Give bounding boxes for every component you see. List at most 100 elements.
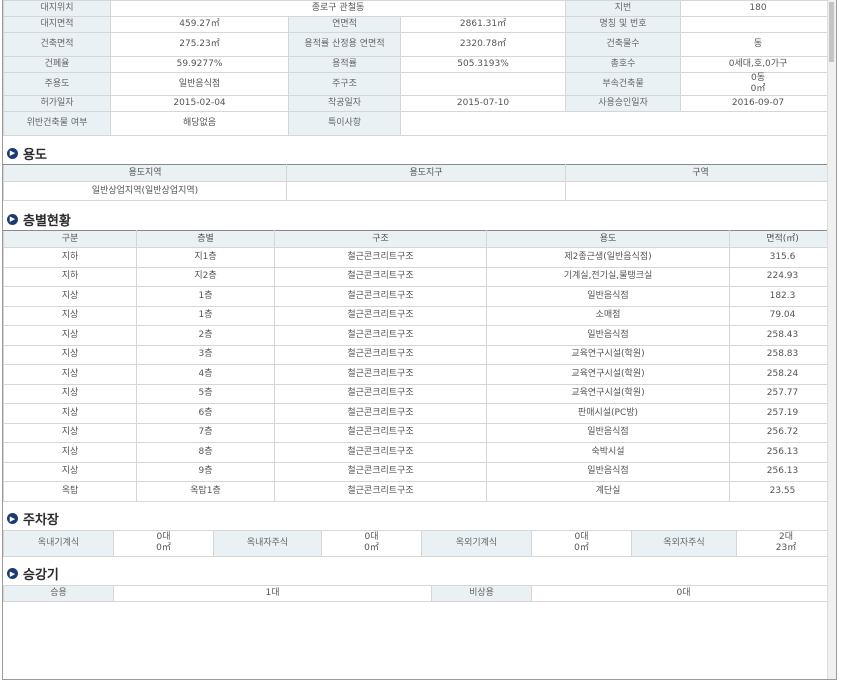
- floors-cell: 23.55: [729, 481, 836, 502]
- chevron-right-icon: ▶: [7, 213, 18, 225]
- summary-value: 2016-09-07: [680, 95, 836, 112]
- section-floors: ▶ 층별현황: [3, 208, 836, 230]
- summary-label: 지번: [565, 0, 682, 17]
- summary-label: 총호수: [565, 56, 682, 73]
- summary-row: 허가일자 2015-02-04 착공일자 2015-07-10 사용승인일자 2016-0…: [3, 95, 836, 112]
- chevron-right-icon: ▶: [7, 568, 18, 579]
- summary-label: 용적률 산정용 연면적: [288, 32, 401, 57]
- floors-cell: 철근콘크리트구조: [274, 403, 487, 424]
- floors-header-cell: 구분: [3, 230, 137, 248]
- floors-cell: 옥탑: [3, 481, 137, 502]
- section-title: 주차장: [23, 513, 59, 528]
- floors-cell: 4층: [136, 364, 275, 385]
- parking-label: 옥내기계식: [3, 529, 114, 557]
- section-elevator: ▶ 승강기: [3, 563, 836, 585]
- floors-cell: 철근콘크리트구조: [274, 442, 487, 463]
- table-row: 지상 7층 철근콘크리트구조 일반음식점 256.72: [3, 422, 836, 443]
- floors-cell: 지상: [3, 364, 137, 385]
- floors-cell: 지상: [3, 305, 137, 326]
- summary-label: 대지면적: [3, 16, 111, 33]
- floors-cell: 258.43: [729, 325, 836, 346]
- floors-cell: 교육연구시설(학원): [486, 383, 730, 404]
- section-zoning: ▶ 용도: [3, 142, 836, 164]
- floors-cell: 판매시설(PC방): [486, 403, 730, 424]
- table-row: 지상 4층 철근콘크리트구조 교육연구시설(학원) 258.24: [3, 364, 836, 385]
- section-title: 승강기: [23, 568, 59, 583]
- summary-value: [399, 72, 567, 96]
- floors-cell: 제2종근생(일반음식점): [486, 247, 730, 268]
- summary-label: 건축면적: [3, 32, 111, 57]
- table-row: 지하 지1층 철근콘크리트구조 제2종근생(일반음식점) 315.6: [3, 247, 836, 268]
- floors-cell: 1층: [136, 305, 275, 326]
- floors-cell: 182.3: [729, 286, 836, 307]
- floors-cell: 지상: [3, 461, 137, 482]
- zoning-header-district: 용도지역: [3, 164, 287, 182]
- floors-cell: 소매점: [486, 305, 730, 326]
- floors-cell: 철근콘크리트구조: [274, 325, 487, 346]
- summary-value: 2015-02-04: [110, 95, 289, 112]
- summary-label: 위반건축물 여부: [3, 111, 111, 136]
- floors-cell: 철근콘크리트구조: [274, 422, 487, 443]
- floors-header-cell: 구조: [274, 230, 487, 248]
- summary-value: 2861.31㎡: [399, 16, 567, 33]
- floors-cell: 3층: [136, 344, 275, 365]
- summary-value: 459.27㎡: [110, 16, 289, 33]
- summary-label: 주구조: [288, 72, 401, 96]
- floors-cell: 철근콘크리트구조: [274, 383, 487, 404]
- zoning-value-zone: [286, 181, 566, 201]
- summary-label: 연면적: [288, 16, 401, 33]
- table-row: 지상 8층 철근콘크리트구조 숙박시설 256.13: [3, 442, 836, 463]
- scrollbar-thumb[interactable]: [829, 2, 834, 62]
- summary-value: 종로구 관철동: [109, 0, 567, 17]
- table-row: 지상 9층 철근콘크리트구조 일반음식점 256.13: [3, 461, 836, 482]
- floors-cell: 지상: [3, 442, 137, 463]
- summary-value: 일반음식점: [110, 72, 289, 96]
- summary-label: 부속건축물: [565, 72, 682, 96]
- floors-cell: 지상: [3, 422, 137, 443]
- summary-row: 건축면적 275.23㎡ 용적률 산정용 연면적 2320.78㎡ 건축물수 동: [3, 32, 836, 57]
- floors-cell: 일반음식점: [486, 422, 730, 443]
- floors-cell: 315.6: [729, 247, 836, 268]
- floors-cell: 지상: [3, 344, 137, 365]
- summary-row: 대지위치 종로구 관철동 지번 180: [3, 0, 836, 17]
- summary-label: 명칭 및 번호: [565, 16, 682, 33]
- floors-cell: 7층: [136, 422, 275, 443]
- floors-cell: 257.19: [729, 403, 836, 424]
- vertical-scrollbar[interactable]: [827, 0, 836, 679]
- floors-cell: 지상: [3, 286, 137, 307]
- zoning-value-area: [565, 181, 836, 201]
- summary-value: 275.23㎡: [110, 32, 289, 57]
- floors-cell: 258.83: [729, 344, 836, 365]
- summary-value: 180: [680, 0, 836, 17]
- summary-row: 건폐율 59.9277% 용적률 505.3193% 총호수 0세대,호,0가구: [3, 56, 836, 73]
- floors-header-cell: 면적(㎡): [729, 230, 836, 248]
- floors-cell: 79.04: [729, 305, 836, 326]
- floors-cell: 지하: [3, 266, 137, 287]
- floors-cell: 교육연구시설(학원): [486, 364, 730, 385]
- floors-cell: 철근콘크리트구조: [274, 344, 487, 365]
- summary-label: 허가일자: [3, 95, 111, 112]
- summary-value: 해당없음: [110, 111, 289, 136]
- table-row: 지상 5층 철근콘크리트구조 교육연구시설(학원) 257.77: [3, 383, 836, 404]
- summary-row: 대지면적 459.27㎡ 연면적 2861.31㎡ 명칭 및 번호: [3, 16, 836, 33]
- floors-cell: 일반음식점: [486, 286, 730, 307]
- summary-label: 용적률: [288, 56, 401, 73]
- floors-cell: 지상: [3, 403, 137, 424]
- floors-cell: 일반음식점: [486, 461, 730, 482]
- floors-cell: 5층: [136, 383, 275, 404]
- floors-cell: 2층: [136, 325, 275, 346]
- floors-header-cell: 용도: [486, 230, 730, 248]
- zoning-header-area: 구역: [565, 164, 836, 182]
- summary-value: 2015-07-10: [399, 95, 567, 112]
- summary-label: 대지위치: [3, 0, 111, 17]
- section-parking: ▶ 주차장: [3, 508, 836, 530]
- summary-value: 0세대,호,0가구: [680, 56, 836, 73]
- floors-cell: 256.13: [729, 442, 836, 463]
- floors-cell: 숙박시설: [486, 442, 730, 463]
- summary-value: 59.9277%: [110, 56, 289, 73]
- floors-cell: 철근콘크리트구조: [274, 481, 487, 502]
- summary-table: 대지위치 종로구 관철동 지번 180 대지면적 459.27㎡ 연면적 2861.31㎡ 명칭…: [3, 0, 836, 136]
- floors-cell: 철근콘크리트구조: [274, 247, 487, 268]
- table-row: 옥탑 옥탑1층 철근콘크리트구조 계단실 23.55: [3, 481, 836, 502]
- zoning-value-district: 일반상업지역(일반상업지역): [3, 181, 287, 201]
